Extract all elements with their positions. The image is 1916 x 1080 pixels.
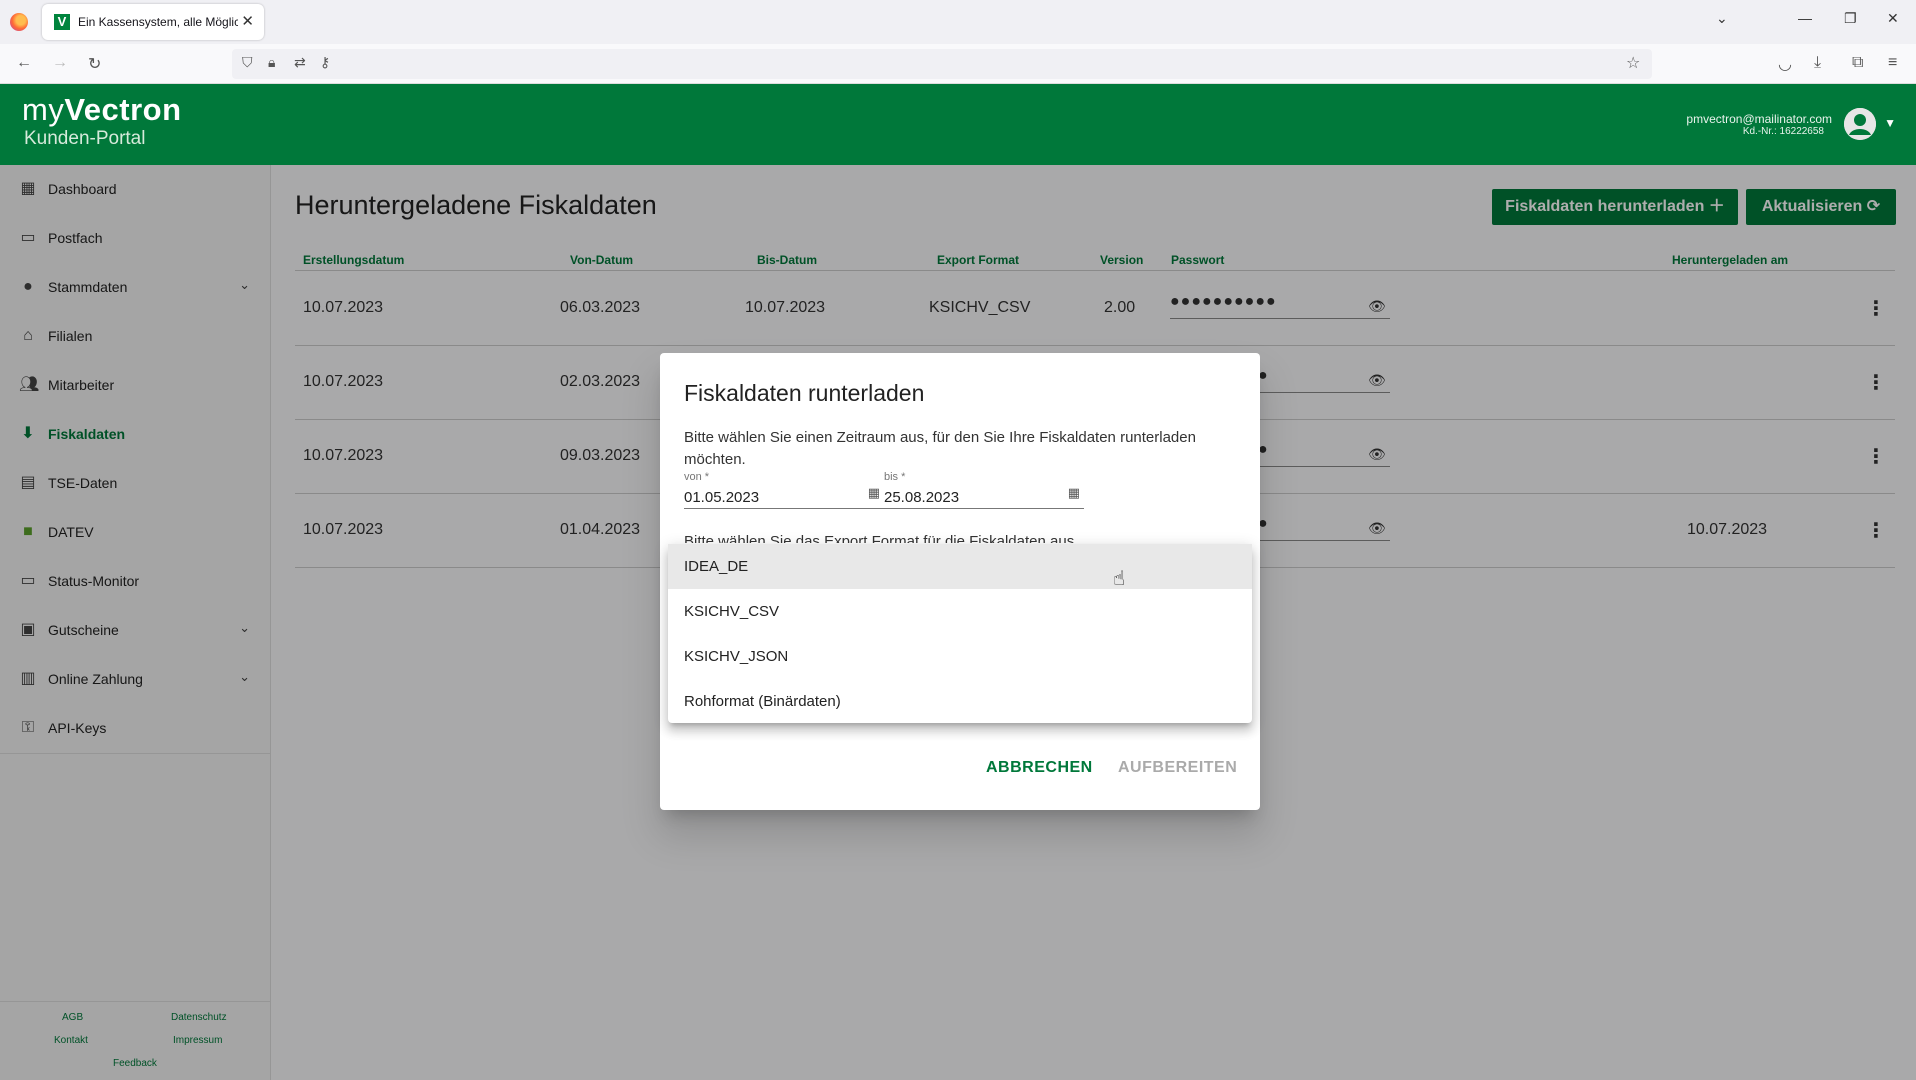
reload-icon[interactable]: ↻	[88, 54, 101, 74]
downloads-icon[interactable]: ⤓	[1814, 54, 1821, 72]
dialog-description: Bitte wählen Sie einen Zeitraum aus, für…	[684, 429, 1196, 468]
export-format-dropdown: IDEA_DE KSICHV_CSV KSICHV_JSON Rohformat…	[668, 544, 1252, 723]
person-circle-icon	[1844, 108, 1876, 140]
user-email: pmvectron@mailinator.com	[1686, 112, 1832, 126]
firefox-icon[interactable]	[10, 13, 28, 31]
from-date-label: von *	[684, 471, 710, 483]
option-idea-de[interactable]: IDEA_DE	[668, 544, 1252, 589]
logo-vectron: Vectron	[64, 92, 182, 127]
customer-number: Kd.-Nr.: 16222658	[1742, 126, 1824, 137]
calendar-icon[interactable]: ▦	[1068, 485, 1080, 501]
vectron-favicon: V	[54, 14, 70, 30]
menu-icon[interactable]: ≡	[1888, 54, 1897, 72]
logo-subtitle: Kunden-Portal	[24, 128, 146, 149]
to-date-value: 25.08.2023	[884, 489, 960, 506]
close-icon[interactable]: ✕	[241, 12, 254, 30]
back-icon[interactable]: ←	[16, 54, 32, 72]
permissions-icon[interactable]: ⇄	[294, 54, 306, 71]
account-avatar-icon[interactable]	[1844, 108, 1876, 140]
option-raw-format[interactable]: Rohformat (Binärdaten)	[668, 679, 1252, 724]
to-date-label: bis *	[884, 471, 906, 483]
prepare-button[interactable]: AUFBEREITEN	[1118, 759, 1237, 777]
shield-icon[interactable]: ⛉	[242, 54, 253, 71]
bookmark-star-icon[interactable]: ☆	[1626, 53, 1640, 73]
option-ksichv-csv[interactable]: KSICHV_CSV	[668, 589, 1252, 634]
from-date-value: 01.05.2023	[684, 489, 760, 506]
lock-icon[interactable]: 🔒︎	[268, 54, 275, 71]
url-bar[interactable]: ⛉ 🔒︎ ⇄ ⚷ ☆	[232, 49, 1652, 79]
to-date-field[interactable]: bis * 25.08.2023 ▦	[884, 471, 1084, 509]
logo[interactable]: myVectron	[22, 92, 182, 128]
window-close-icon[interactable]: ✕	[1887, 10, 1899, 27]
tab-list-icon[interactable]: ⌄	[1716, 10, 1728, 27]
from-date-field[interactable]: von * 01.05.2023 ▦	[684, 471, 884, 509]
extensions-icon[interactable]: ⧉	[1852, 54, 1863, 72]
pocket-icon[interactable]: ◡	[1778, 54, 1792, 74]
restore-icon[interactable]: ❐	[1844, 10, 1857, 27]
option-ksichv-json[interactable]: KSICHV_JSON	[668, 634, 1252, 679]
forward-icon[interactable]: →	[52, 54, 68, 72]
hand-cursor-icon: ☝︎	[1113, 568, 1126, 590]
browser-tabbar: V Ein Kassensystem, alle Möglichk ✕ ⌄ — …	[0, 0, 1916, 44]
key-icon[interactable]: ⚷	[320, 54, 330, 71]
tab-title: Ein Kassensystem, alle Möglichk	[78, 15, 238, 29]
calendar-icon[interactable]: ▦	[868, 485, 880, 501]
app-header: myVectron Kunden-Portal pmvectron@mailin…	[0, 84, 1916, 165]
dialog-title: Fiskaldaten runterladen	[684, 380, 925, 406]
browser-navbar: ← → ↻ ⛉ 🔒︎ ⇄ ⚷ ☆ ◡ ⤓ ⧉ ≡	[0, 44, 1916, 84]
format-instruction: Bitte wählen Sie das Export Format für d…	[684, 533, 1075, 543]
cancel-button[interactable]: ABBRECHEN	[986, 759, 1093, 777]
browser-tab[interactable]: V Ein Kassensystem, alle Möglichk ✕	[42, 4, 264, 40]
minimize-icon[interactable]: —	[1798, 10, 1812, 26]
account-menu-caret-icon[interactable]: ▼	[1884, 116, 1896, 130]
logo-my: my	[22, 92, 65, 127]
